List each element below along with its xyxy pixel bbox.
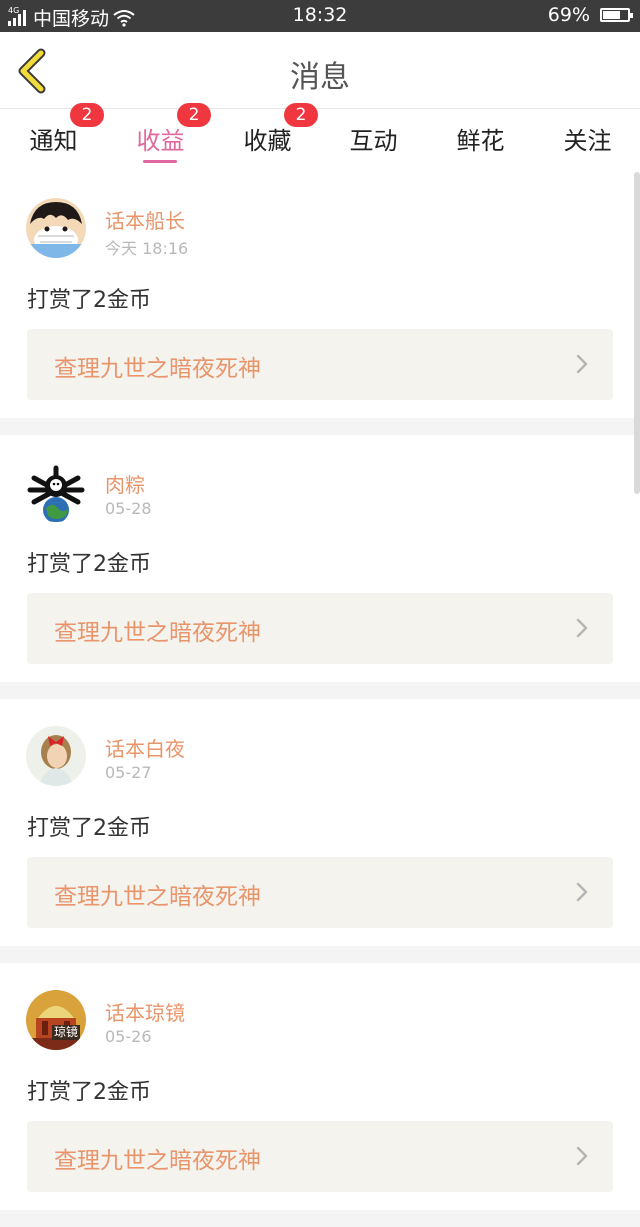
message-time: 05-28 — [105, 499, 152, 518]
nav-header: 消息 — [0, 32, 640, 109]
work-title: 查理九世之暗夜死神 — [54, 356, 261, 382]
dome-building-avatar[interactable]: 琼镜 — [26, 990, 86, 1050]
message-card: 琼镜 话本琼镜 05-26 打赏了2金币 查理九世之暗夜死神 — [0, 963, 640, 1210]
unread-badge: 2 — [284, 103, 318, 127]
work-link[interactable]: 查理九世之暗夜死神 — [27, 329, 613, 400]
chevron-right-icon — [576, 882, 588, 902]
message-action: 打赏了2金币 — [27, 1080, 151, 1105]
tab-label: 互动 — [349, 127, 398, 155]
unread-badge: 2 — [70, 103, 104, 127]
user-name[interactable]: 话本白夜 — [105, 733, 185, 762]
user-name[interactable]: 肉粽 — [105, 469, 145, 498]
message-card: 肉粽 05-28 打赏了2金币 查理九世之暗夜死神 — [0, 435, 640, 682]
tab-label: 鲜花 — [456, 127, 505, 155]
message-list: 话本船长 今天 18:16 打赏了2金币 查理九世之暗夜死神 肉粽 05-28 — [0, 171, 640, 1227]
battery-percent: 69% — [547, 4, 590, 26]
page-title: 消息 — [290, 60, 350, 95]
work-link[interactable]: 查理九世之暗夜死神 — [27, 1121, 613, 1192]
active-tab-indicator — [143, 160, 177, 163]
message-time: 05-27 — [105, 763, 152, 782]
chevron-right-icon — [576, 618, 588, 638]
message-card: 话本船长 今天 18:16 打赏了2金币 查理九世之暗夜死神 — [0, 171, 640, 418]
work-title: 查理九世之暗夜死神 — [54, 1148, 261, 1174]
unread-badge: 2 — [177, 103, 211, 127]
tab-favorites[interactable]: 收藏 2 — [214, 103, 321, 171]
tab-flowers[interactable]: 鲜花 — [427, 109, 534, 171]
tab-earnings[interactable]: 收益 2 — [107, 103, 214, 171]
skull-globe-avatar[interactable] — [26, 462, 86, 522]
message-action: 打赏了2金币 — [27, 288, 151, 313]
scrollbar[interactable] — [634, 172, 640, 494]
user-name[interactable]: 话本船长 — [105, 205, 185, 234]
girl-red-bow-avatar[interactable] — [26, 726, 86, 786]
status-time: 18:32 — [292, 4, 348, 26]
work-title: 查理九世之暗夜死神 — [54, 884, 261, 910]
message-card: 话本白夜 05-27 打赏了2金币 查理九世之暗夜死神 — [0, 699, 640, 946]
chevron-right-icon — [576, 1146, 588, 1166]
work-link[interactable]: 查理九世之暗夜死神 — [27, 593, 613, 664]
tab-label: 关注 — [563, 127, 612, 155]
straw-hat-boy-avatar[interactable] — [26, 198, 86, 258]
battery-icon — [600, 8, 633, 22]
work-link[interactable]: 查理九世之暗夜死神 — [27, 857, 613, 928]
message-time: 今天 18:16 — [105, 239, 189, 258]
tab-bar: 通知 2 收益 2 收藏 2 互动 鲜花 关注 — [0, 103, 640, 171]
tab-interactions[interactable]: 互动 — [320, 109, 427, 171]
chevron-right-icon — [576, 354, 588, 374]
status-bar: 4G 中国移动 18:32 69% — [0, 0, 640, 32]
message-action: 打赏了2金币 — [27, 552, 151, 577]
user-name[interactable]: 话本琼镜 — [105, 997, 185, 1026]
message-action: 打赏了2金币 — [27, 816, 151, 841]
work-title: 查理九世之暗夜死神 — [54, 620, 261, 646]
tab-notifications[interactable]: 通知 2 — [0, 103, 107, 171]
avatar-text: 琼镜 — [52, 1025, 81, 1040]
status-right: 69% — [547, 4, 633, 26]
message-time: 05-26 — [105, 1027, 152, 1046]
tab-following[interactable]: 关注 — [534, 109, 640, 171]
